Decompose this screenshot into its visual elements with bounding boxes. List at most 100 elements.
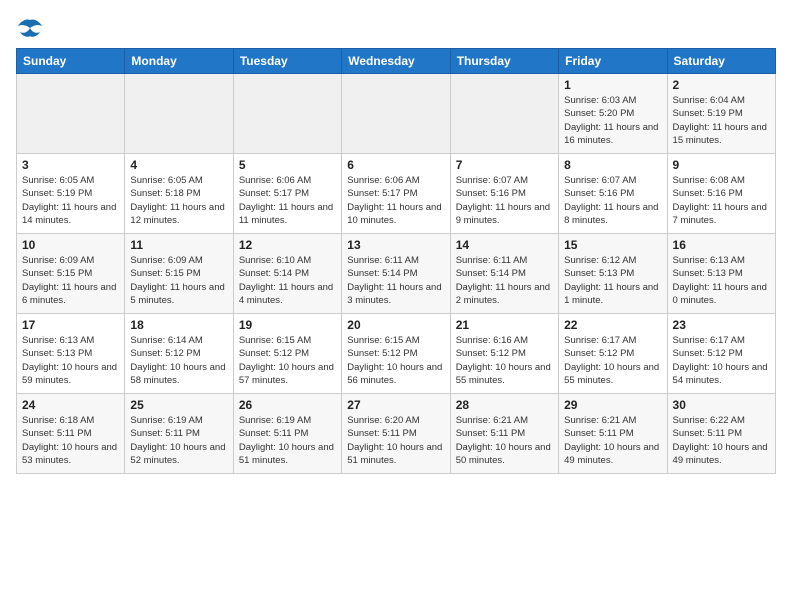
day-number: 1 xyxy=(564,78,661,92)
day-number: 8 xyxy=(564,158,661,172)
calendar-day-cell: 5Sunrise: 6:06 AM Sunset: 5:17 PM Daylig… xyxy=(233,154,341,234)
day-info: Sunrise: 6:05 AM Sunset: 5:19 PM Dayligh… xyxy=(22,174,119,227)
day-number: 4 xyxy=(130,158,227,172)
day-info: Sunrise: 6:16 AM Sunset: 5:12 PM Dayligh… xyxy=(456,334,553,387)
calendar-header: SundayMondayTuesdayWednesdayThursdayFrid… xyxy=(17,49,776,74)
day-number: 10 xyxy=(22,238,119,252)
day-number: 6 xyxy=(347,158,444,172)
calendar-week-row: 24Sunrise: 6:18 AM Sunset: 5:11 PM Dayli… xyxy=(17,394,776,474)
calendar-day-cell: 20 Sunrise: 6:15 AM Sunset: 5:12 PM Dayli… xyxy=(342,314,450,394)
day-number: 15 xyxy=(564,238,661,252)
day-number: 25 xyxy=(130,398,227,412)
day-number: 19 xyxy=(239,318,336,332)
weekday-header: Thursday xyxy=(450,49,558,74)
calendar-day-cell xyxy=(233,74,341,154)
calendar-day-cell: 30 Sunrise: 6:22 AM Sunset: 5:11 PM Dayli… xyxy=(667,394,775,474)
calendar-day-cell: 26 Sunrise: 6:19 AM Sunset: 5:11 PM Dayli… xyxy=(233,394,341,474)
day-info: Sunrise: 6:20 AM Sunset: 5:11 PM Dayligh… xyxy=(347,414,444,467)
calendar-day-cell: 17 Sunrise: 6:13 AM Sunset: 5:13 PM Dayli… xyxy=(17,314,125,394)
calendar-day-cell: 23 Sunrise: 6:17 AM Sunset: 5:12 PM Dayli… xyxy=(667,314,775,394)
calendar-day-cell: 4 Sunrise: 6:05 AM Sunset: 5:18 PM Daylig… xyxy=(125,154,233,234)
calendar-day-cell: 24Sunrise: 6:18 AM Sunset: 5:11 PM Dayli… xyxy=(17,394,125,474)
day-number: 21 xyxy=(456,318,553,332)
calendar-day-cell: 15 Sunrise: 6:12 AM Sunset: 5:13 PM Dayli… xyxy=(559,234,667,314)
calendar-day-cell: 29Sunrise: 6:21 AM Sunset: 5:11 PM Dayli… xyxy=(559,394,667,474)
weekday-header: Wednesday xyxy=(342,49,450,74)
day-info: Sunrise: 6:12 AM Sunset: 5:13 PM Dayligh… xyxy=(564,254,661,307)
day-info: Sunrise: 6:21 AM Sunset: 5:11 PM Dayligh… xyxy=(564,414,661,467)
day-info: Sunrise: 6:17 AM Sunset: 5:12 PM Dayligh… xyxy=(673,334,770,387)
day-number: 13 xyxy=(347,238,444,252)
day-number: 7 xyxy=(456,158,553,172)
day-info: Sunrise: 6:10 AM Sunset: 5:14 PM Dayligh… xyxy=(239,254,336,307)
day-info: Sunrise: 6:09 AM Sunset: 5:15 PM Dayligh… xyxy=(22,254,119,307)
day-number: 26 xyxy=(239,398,336,412)
calendar-day-cell xyxy=(125,74,233,154)
calendar-day-cell: 8Sunrise: 6:07 AM Sunset: 5:16 PM Daylig… xyxy=(559,154,667,234)
calendar-day-cell: 14Sunrise: 6:11 AM Sunset: 5:14 PM Dayli… xyxy=(450,234,558,314)
calendar-body: 1Sunrise: 6:03 AM Sunset: 5:20 PM Daylig… xyxy=(17,74,776,474)
day-info: Sunrise: 6:22 AM Sunset: 5:11 PM Dayligh… xyxy=(673,414,770,467)
day-info: Sunrise: 6:04 AM Sunset: 5:19 PM Dayligh… xyxy=(673,94,770,147)
calendar-day-cell: 18Sunrise: 6:14 AM Sunset: 5:12 PM Dayli… xyxy=(125,314,233,394)
day-number: 3 xyxy=(22,158,119,172)
day-number: 12 xyxy=(239,238,336,252)
day-info: Sunrise: 6:09 AM Sunset: 5:15 PM Dayligh… xyxy=(130,254,227,307)
day-number: 18 xyxy=(130,318,227,332)
calendar-day-cell xyxy=(450,74,558,154)
day-number: 28 xyxy=(456,398,553,412)
day-info: Sunrise: 6:17 AM Sunset: 5:12 PM Dayligh… xyxy=(564,334,661,387)
weekday-header: Friday xyxy=(559,49,667,74)
weekday-header: Saturday xyxy=(667,49,775,74)
calendar-day-cell: 27 Sunrise: 6:20 AM Sunset: 5:11 PM Dayli… xyxy=(342,394,450,474)
weekday-header: Monday xyxy=(125,49,233,74)
calendar-day-cell: 16 Sunrise: 6:13 AM Sunset: 5:13 PM Dayli… xyxy=(667,234,775,314)
day-number: 22 xyxy=(564,318,661,332)
calendar-day-cell: 6 Sunrise: 6:06 AM Sunset: 5:17 PM Daylig… xyxy=(342,154,450,234)
calendar-day-cell: 13Sunrise: 6:11 AM Sunset: 5:14 PM Dayli… xyxy=(342,234,450,314)
calendar-week-row: 1Sunrise: 6:03 AM Sunset: 5:20 PM Daylig… xyxy=(17,74,776,154)
page-header xyxy=(16,16,776,40)
day-info: Sunrise: 6:07 AM Sunset: 5:16 PM Dayligh… xyxy=(456,174,553,227)
day-info: Sunrise: 6:19 AM Sunset: 5:11 PM Dayligh… xyxy=(239,414,336,467)
day-number: 17 xyxy=(22,318,119,332)
day-number: 27 xyxy=(347,398,444,412)
day-number: 9 xyxy=(673,158,770,172)
calendar-day-cell: 25 Sunrise: 6:19 AM Sunset: 5:11 PM Dayli… xyxy=(125,394,233,474)
calendar-table: SundayMondayTuesdayWednesdayThursdayFrid… xyxy=(16,48,776,474)
day-number: 11 xyxy=(130,238,227,252)
day-info: Sunrise: 6:13 AM Sunset: 5:13 PM Dayligh… xyxy=(673,254,770,307)
calendar-day-cell: 3 Sunrise: 6:05 AM Sunset: 5:19 PM Daylig… xyxy=(17,154,125,234)
weekday-header-row: SundayMondayTuesdayWednesdayThursdayFrid… xyxy=(17,49,776,74)
day-number: 5 xyxy=(239,158,336,172)
calendar-week-row: 17 Sunrise: 6:13 AM Sunset: 5:13 PM Dayli… xyxy=(17,314,776,394)
day-info: Sunrise: 6:21 AM Sunset: 5:11 PM Dayligh… xyxy=(456,414,553,467)
day-number: 24 xyxy=(22,398,119,412)
day-number: 23 xyxy=(673,318,770,332)
calendar-week-row: 3 Sunrise: 6:05 AM Sunset: 5:19 PM Daylig… xyxy=(17,154,776,234)
day-info: Sunrise: 6:05 AM Sunset: 5:18 PM Dayligh… xyxy=(130,174,227,227)
day-number: 2 xyxy=(673,78,770,92)
calendar-day-cell: 9 Sunrise: 6:08 AM Sunset: 5:16 PM Daylig… xyxy=(667,154,775,234)
calendar-day-cell: 10 Sunrise: 6:09 AM Sunset: 5:15 PM Dayli… xyxy=(17,234,125,314)
calendar-day-cell xyxy=(17,74,125,154)
day-number: 20 xyxy=(347,318,444,332)
day-info: Sunrise: 6:06 AM Sunset: 5:17 PM Dayligh… xyxy=(347,174,444,227)
weekday-header: Sunday xyxy=(17,49,125,74)
calendar-day-cell xyxy=(342,74,450,154)
day-number: 14 xyxy=(456,238,553,252)
calendar-week-row: 10 Sunrise: 6:09 AM Sunset: 5:15 PM Dayli… xyxy=(17,234,776,314)
day-info: Sunrise: 6:08 AM Sunset: 5:16 PM Dayligh… xyxy=(673,174,770,227)
day-info: Sunrise: 6:15 AM Sunset: 5:12 PM Dayligh… xyxy=(347,334,444,387)
day-info: Sunrise: 6:19 AM Sunset: 5:11 PM Dayligh… xyxy=(130,414,227,467)
calendar-day-cell: 11 Sunrise: 6:09 AM Sunset: 5:15 PM Dayli… xyxy=(125,234,233,314)
calendar-day-cell: 1Sunrise: 6:03 AM Sunset: 5:20 PM Daylig… xyxy=(559,74,667,154)
day-number: 30 xyxy=(673,398,770,412)
calendar-day-cell: 22 Sunrise: 6:17 AM Sunset: 5:12 PM Dayli… xyxy=(559,314,667,394)
day-info: Sunrise: 6:13 AM Sunset: 5:13 PM Dayligh… xyxy=(22,334,119,387)
calendar-day-cell: 12 Sunrise: 6:10 AM Sunset: 5:14 PM Dayli… xyxy=(233,234,341,314)
calendar-day-cell: 19Sunrise: 6:15 AM Sunset: 5:12 PM Dayli… xyxy=(233,314,341,394)
day-number: 16 xyxy=(673,238,770,252)
weekday-header: Tuesday xyxy=(233,49,341,74)
logo xyxy=(16,16,48,40)
